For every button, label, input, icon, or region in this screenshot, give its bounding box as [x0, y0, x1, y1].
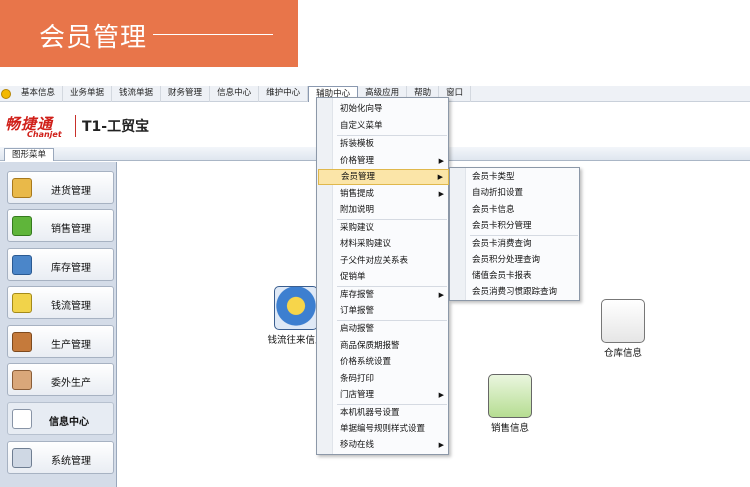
menu-business-docs[interactable]: 业务单据 [63, 85, 113, 102]
production-icon [12, 332, 32, 352]
menu-item-stock-alarm[interactable]: 库存报警 ▶ [334, 287, 449, 303]
basket-icon [12, 216, 32, 236]
menu-item-init-wizard[interactable]: 初始化向导 [334, 101, 449, 117]
sidebar-item-outsourcing[interactable]: 委外生产 [7, 363, 114, 396]
menu-item-order-alarm[interactable]: 订单报警 [334, 303, 449, 319]
menu-item-store-management[interactable]: 门店管理 ▶ [334, 387, 449, 403]
menu-item-label: 价格管理 [340, 156, 375, 166]
sidebar-item-cashflow[interactable]: 钱流管理 [7, 286, 114, 319]
menu-gutter [317, 98, 333, 454]
menu-item-member-management[interactable]: 会员管理 ▶ [318, 169, 449, 185]
outsourcing-icon [12, 370, 32, 390]
menu-item-label: 移动在线 [340, 440, 375, 450]
menu-item-assembly-template[interactable]: 拆装模板 [334, 136, 449, 152]
menu-maintenance[interactable]: 维护中心 [259, 85, 309, 102]
member-submenu: 会员卡类型 自动折扣设置 会员卡信息 会员卡积分管理 会员卡消费查询 会员积分处… [449, 167, 580, 301]
banner-divider [153, 34, 273, 35]
sidebar-item-label: 库存管理 [51, 263, 91, 274]
menu-item-label: 会员管理 [341, 172, 376, 182]
desktop-icon-sales[interactable]: 销售信息 [480, 374, 540, 434]
auxiliary-dropdown: 初始化向导 自定义菜单 拆装模板 价格管理 ▶ 会员管理 ▶ 销售提成 ▶ 附加说明 … [316, 97, 449, 455]
sidebar-item-purchase[interactable]: 进货管理 [7, 171, 114, 204]
menu-gutter [450, 168, 466, 300]
sidebar-item-inventory[interactable]: 库存管理 [7, 248, 114, 281]
brand-logo-en: Chanjet [27, 130, 62, 139]
desktop-icon-label: 仓库信息 [603, 348, 642, 359]
sales-icon [488, 374, 532, 418]
banner-title: 会员管理 [39, 23, 148, 53]
desktop-icon-label: 销售信息 [490, 423, 529, 434]
menu-item-stored-value-report[interactable]: 储值会员卡报表 [467, 268, 580, 284]
submenu-arrow-icon: ▶ [438, 391, 444, 399]
warehouse-icon [601, 299, 645, 343]
inventory-icon [12, 255, 32, 275]
menu-item-habit-tracking[interactable]: 会员消费习惯跟踪查询 [467, 284, 580, 300]
system-icon [12, 448, 32, 468]
info-center-icon [12, 409, 32, 429]
menu-item-label: 库存报警 [340, 290, 375, 300]
menu-item-bom-relation[interactable]: 子父件对应关系表 [334, 253, 449, 269]
menu-item-label: 门店管理 [340, 390, 375, 400]
menu-item-sales-commission[interactable]: 销售提成 ▶ [334, 186, 449, 202]
menu-item-card-info[interactable]: 会员卡信息 [467, 202, 580, 218]
submenu-arrow-icon: ▶ [438, 291, 444, 299]
menu-item-machine-number[interactable]: 本机机器号设置 [334, 405, 449, 421]
banner: 会员管理 [0, 0, 298, 67]
sidebar-item-info-center[interactable]: 信息中心 [7, 402, 114, 435]
menu-item-card-consumption-query[interactable]: 会员卡消费查询 [467, 236, 580, 252]
sidebar-item-label: 进货管理 [51, 186, 91, 197]
sidebar-item-label: 钱流管理 [51, 301, 91, 312]
tab-graphic-menu[interactable]: 图形菜单 [4, 148, 55, 161]
menu-cashflow-docs[interactable]: 钱流单据 [112, 85, 162, 102]
menu-item-material-advice[interactable]: 材料采购建议 [334, 236, 449, 252]
menu-item-barcode-print[interactable]: 条码打印 [334, 371, 449, 387]
menu-item-promotion[interactable]: 促销单 [334, 269, 449, 285]
menu-item-purchase-advice[interactable]: 采购建议 [334, 220, 449, 236]
menu-info-center[interactable]: 信息中心 [210, 85, 260, 102]
sidebar-item-system[interactable]: 系统管理 [7, 441, 114, 474]
cashflow-icon [274, 286, 318, 330]
menu-item-shelf-life-alarm[interactable]: 商品保质期报警 [334, 338, 449, 354]
menu-item-notes[interactable]: 附加说明 [334, 202, 449, 218]
menu-item-points-query[interactable]: 会员积分处理查询 [467, 252, 580, 268]
sidebar-item-label: 系统管理 [51, 456, 91, 467]
submenu-arrow-icon: ▶ [438, 157, 444, 165]
submenu-arrow-icon: ▶ [438, 441, 444, 449]
sidebar-item-label: 销售管理 [51, 224, 91, 235]
sidebar: 进货管理 销售管理 库存管理 钱流管理 生产管理 委外生产 信息中心 系统管理 [0, 162, 117, 487]
sidebar-item-label: 委外生产 [51, 378, 91, 389]
menu-basic-info[interactable]: 基本信息 [14, 85, 64, 102]
sidebar-item-production[interactable]: 生产管理 [7, 325, 114, 358]
menu-item-price-settings[interactable]: 价格系统设置 [334, 354, 449, 370]
sidebar-item-label: 信息中心 [49, 417, 89, 428]
submenu-arrow-icon: ▶ [438, 190, 444, 198]
desktop-icon-warehouse[interactable]: 仓库信息 [593, 299, 653, 359]
menu-item-start-alarm[interactable]: 启动报警 [334, 321, 449, 337]
menu-item-card-type[interactable]: 会员卡类型 [467, 169, 580, 185]
sidebar-item-sales[interactable]: 销售管理 [7, 209, 114, 242]
app-icon [1, 88, 11, 99]
sidebar-item-label: 生产管理 [51, 340, 91, 351]
purchase-icon [12, 178, 32, 198]
logo-divider [75, 115, 76, 137]
submenu-arrow-icon: ▶ [437, 173, 443, 181]
menu-item-price-management[interactable]: 价格管理 ▶ [334, 153, 449, 169]
product-name: T1-工贸宝 [82, 119, 150, 135]
menu-item-doc-number-rules[interactable]: 单据编号规则样式设置 [334, 421, 449, 437]
menu-item-auto-discount[interactable]: 自动折扣设置 [467, 185, 580, 201]
menu-item-label: 销售提成 [340, 189, 375, 199]
menu-finance[interactable]: 财务管理 [161, 85, 211, 102]
cashflow-icon [12, 293, 32, 313]
menu-item-mobile-online[interactable]: 移动在线 ▶ [334, 437, 449, 453]
menu-item-custom-menu[interactable]: 自定义菜单 [334, 118, 449, 134]
menu-item-card-points[interactable]: 会员卡积分管理 [467, 218, 580, 234]
